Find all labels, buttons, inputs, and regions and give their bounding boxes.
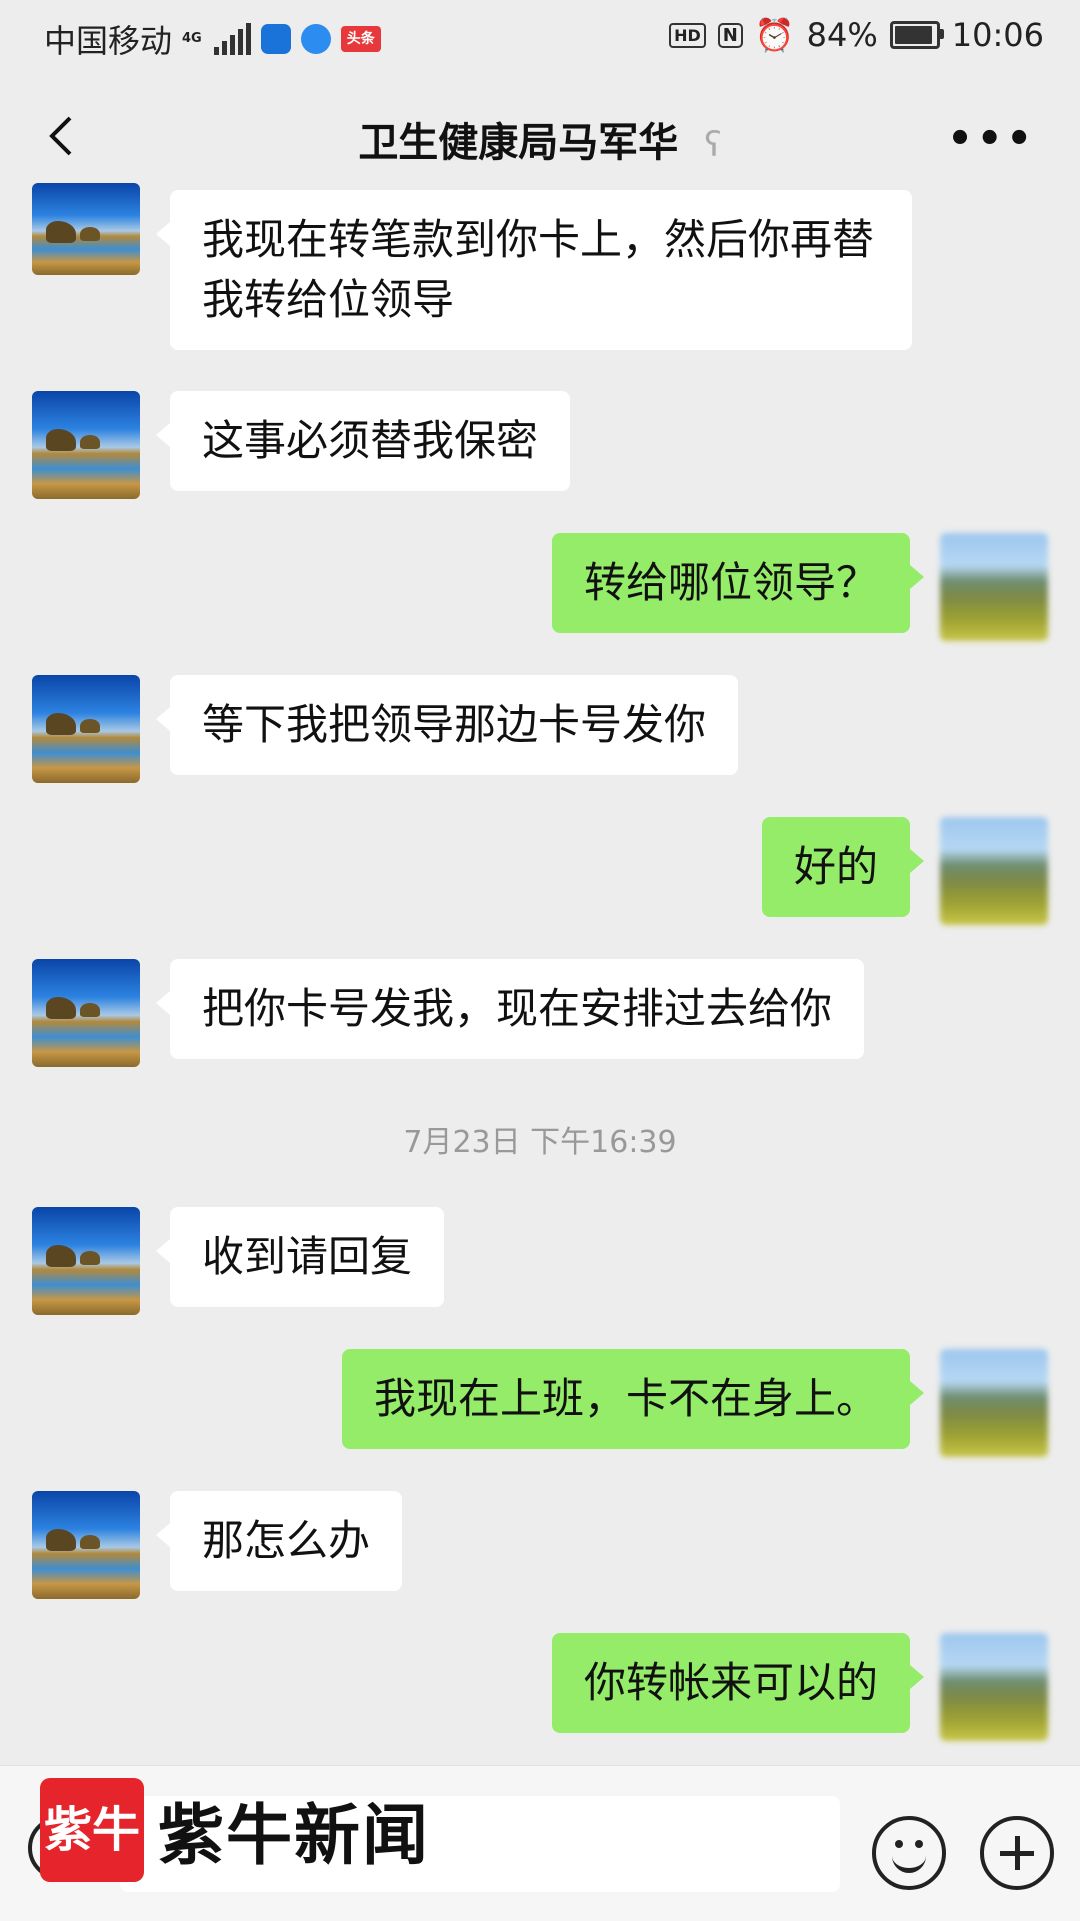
- contact-avatar[interactable]: [32, 675, 140, 783]
- contact-avatar[interactable]: [32, 1207, 140, 1315]
- news-watermark: 紫牛 紫牛新闻: [40, 1778, 430, 1882]
- message-bubble-incoming[interactable]: 把你卡号发我，现在安排过去给你: [155, 959, 865, 1059]
- message-bubble-outgoing[interactable]: 你转帐来可以的: [551, 1633, 925, 1733]
- hd-icon: HD: [669, 22, 706, 48]
- chat-messages[interactable]: 我现在转笔款到你卡上，然后你再替我转给位领导 这事必须替我保密 转给哪位领导？ …: [0, 183, 1080, 1765]
- message-bubble-outgoing[interactable]: 好的: [761, 817, 925, 917]
- earpiece-mode-icon: ʕ: [704, 125, 722, 165]
- chat-title: 卫生健康局马军华: [358, 120, 679, 166]
- message-bubble-incoming[interactable]: 等下我把领导那边卡号发你: [155, 675, 739, 775]
- signal-icon: [213, 23, 251, 55]
- message-bubble-incoming[interactable]: 我现在转笔款到你卡上，然后你再替我转给位领导: [156, 190, 912, 350]
- browser-app-icon: [300, 24, 331, 54]
- watermark-logo: 紫牛: [40, 1778, 144, 1882]
- more-functions-plus-icon[interactable]: [980, 1816, 1054, 1890]
- contact-avatar[interactable]: [32, 1491, 140, 1599]
- message-bubble-incoming[interactable]: 收到请回复: [155, 1207, 445, 1307]
- message-bubble-incoming[interactable]: 这事必须替我保密: [155, 391, 571, 491]
- my-avatar[interactable]: [940, 1349, 1048, 1457]
- alarm-icon: ⏰: [754, 16, 795, 54]
- battery-percent: 84%: [806, 16, 878, 54]
- clock: 10:06: [951, 16, 1044, 54]
- contact-avatar[interactable]: [32, 183, 140, 275]
- watermark-text: 紫牛新闻: [158, 1796, 430, 1874]
- more-options-icon[interactable]: •••: [947, 116, 1036, 162]
- contact-avatar[interactable]: [32, 959, 140, 1067]
- message-bubble-outgoing[interactable]: 我现在上班，卡不在身上。: [341, 1349, 925, 1449]
- network-type: 4G: [182, 31, 202, 46]
- status-bar: 中国移动 4G 头条 HD N ⏰ 84% 10:06: [0, 0, 1080, 80]
- shield-app-icon: [260, 24, 291, 54]
- carrier-label: 中国移动: [44, 22, 173, 60]
- emoji-icon[interactable]: [872, 1816, 946, 1890]
- my-avatar[interactable]: [940, 817, 1048, 925]
- battery-icon: [889, 21, 944, 49]
- my-avatar[interactable]: [940, 1633, 1048, 1741]
- message-timestamp: 7月23日 下午16:39: [403, 1125, 677, 1160]
- nfc-icon: N: [717, 22, 743, 48]
- chat-header: 卫生健康局马军华 ʕ •••: [0, 80, 1080, 195]
- message-bubble-incoming[interactable]: 那怎么办: [155, 1491, 403, 1591]
- chat-title-wrap: 卫生健康局马军华 ʕ: [0, 110, 1080, 168]
- message-bubble-outgoing[interactable]: 转给哪位领导？: [551, 533, 925, 633]
- toutiao-app-icon: 头条: [340, 26, 381, 52]
- my-avatar[interactable]: [940, 533, 1048, 641]
- contact-avatar[interactable]: [32, 391, 140, 499]
